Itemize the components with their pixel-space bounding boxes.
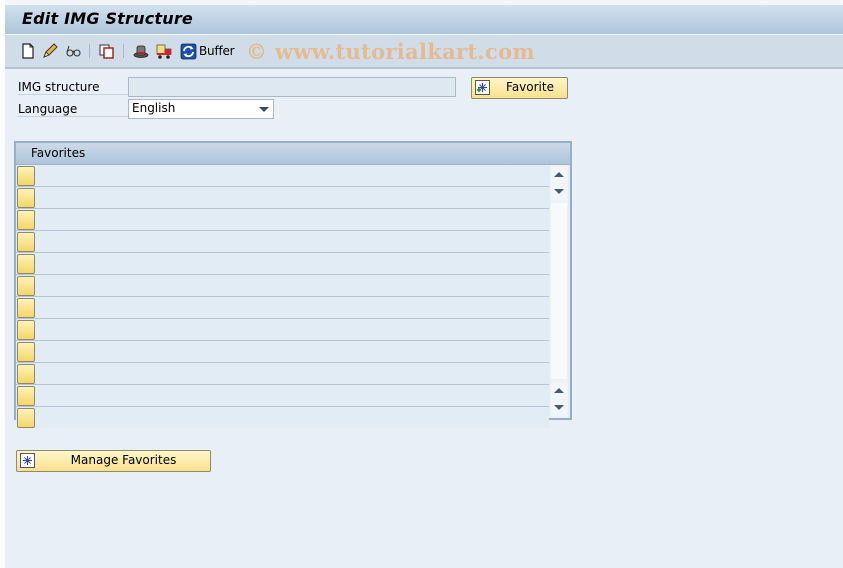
buffer-button[interactable]: Buffer <box>180 42 235 60</box>
table-row[interactable] <box>16 231 549 253</box>
main-window: Edit IMG Structure Buffer © www.tutorial… <box>5 0 843 568</box>
scroll-down-icon[interactable] <box>551 184 567 200</box>
add-favorite-icon <box>475 80 490 95</box>
new-document-icon[interactable] <box>19 42 37 60</box>
toolbar-separator <box>89 44 90 58</box>
vertical-scrollbar[interactable] <box>550 165 568 418</box>
title-bar: Edit IMG Structure <box>5 5 843 35</box>
row-selector[interactable] <box>17 342 35 362</box>
row-selector[interactable] <box>17 364 35 384</box>
row-selector[interactable] <box>17 298 35 318</box>
manage-favorites-label: Manage Favorites <box>70 453 177 467</box>
row-selector[interactable] <box>17 232 35 252</box>
img-structure-label: IMG structure <box>18 80 128 95</box>
favorites-column-header: Favorites <box>31 146 86 160</box>
table-row[interactable] <box>16 165 549 187</box>
row-selector[interactable] <box>17 386 35 406</box>
table-row[interactable] <box>16 319 549 341</box>
row-selector[interactable] <box>17 254 35 274</box>
page-down-icon[interactable] <box>551 400 567 416</box>
favorite-button-label: Favorite <box>506 80 554 94</box>
chevron-down-icon[interactable] <box>259 107 269 112</box>
transport-truck-icon[interactable] <box>155 42 173 60</box>
table-row[interactable] <box>16 341 549 363</box>
table-row[interactable] <box>16 275 549 297</box>
favorites-icon <box>20 453 35 468</box>
refresh-icon <box>180 43 197 59</box>
favorite-button[interactable]: Favorite <box>471 77 568 99</box>
display-glasses-icon[interactable] <box>64 42 82 60</box>
language-value: English <box>132 101 176 115</box>
table-header: Favorites <box>16 143 570 165</box>
row-selector[interactable] <box>17 276 35 296</box>
edit-pencil-icon[interactable] <box>41 42 59 60</box>
copy-icon[interactable] <box>98 42 116 60</box>
row-selector[interactable] <box>17 166 35 186</box>
table-row[interactable] <box>16 253 549 275</box>
table-row[interactable] <box>16 385 549 407</box>
row-selector[interactable] <box>17 210 35 230</box>
favorites-table: Favorites <box>14 141 572 428</box>
row-selector[interactable] <box>17 320 35 340</box>
table-row[interactable] <box>16 209 549 231</box>
favorites-rows <box>16 165 549 428</box>
language-select[interactable]: English <box>128 99 274 119</box>
hat-icon[interactable] <box>132 42 150 60</box>
page-title: Edit IMG Structure <box>22 9 193 28</box>
watermark-text: © www.tutorialkart.com <box>246 39 535 64</box>
page-up-icon[interactable] <box>551 383 567 399</box>
table-row[interactable] <box>16 407 549 428</box>
buffer-label: Buffer <box>199 44 235 58</box>
manage-favorites-button[interactable]: Manage Favorites <box>16 450 211 472</box>
scroll-up-icon[interactable] <box>551 167 567 183</box>
toolbar-separator <box>123 44 124 58</box>
scroll-track[interactable] <box>551 203 567 379</box>
row-selector[interactable] <box>17 188 35 208</box>
table-row[interactable] <box>16 363 549 385</box>
language-label: Language <box>18 102 128 117</box>
application-toolbar: Buffer © www.tutorialkart.com <box>5 35 843 69</box>
table-row[interactable] <box>16 187 549 209</box>
table-row[interactable] <box>16 297 549 319</box>
row-selector[interactable] <box>17 408 35 428</box>
img-structure-input[interactable] <box>128 77 456 97</box>
